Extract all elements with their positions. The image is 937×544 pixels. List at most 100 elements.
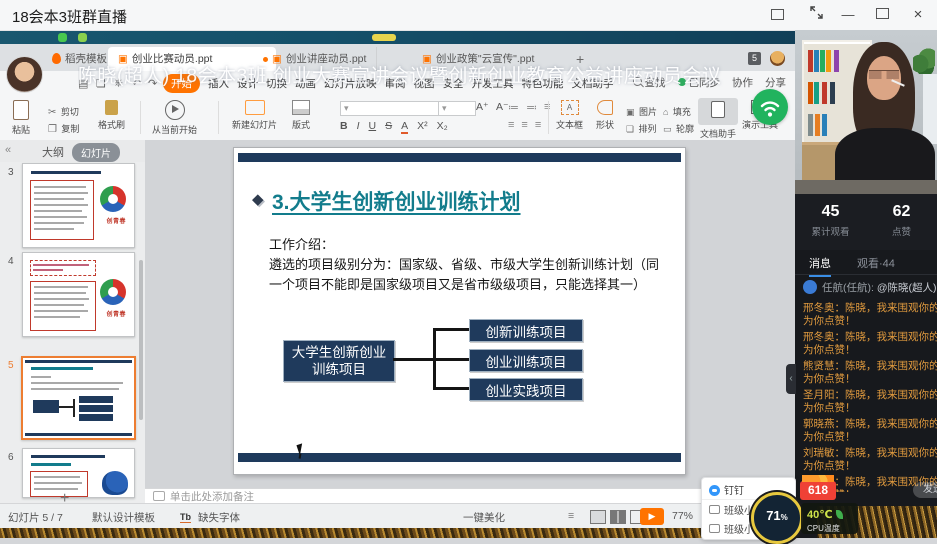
outline-button[interactable]: ▭ 轮廓 <box>663 119 694 137</box>
beautify-button[interactable]: 一键美化 <box>463 510 505 525</box>
play-from-current-button[interactable]: 从当前开始 <box>152 100 197 136</box>
new-tab-button[interactable]: + <box>566 47 594 71</box>
collapse-panel-icon[interactable]: « <box>5 144 11 156</box>
user-avatar[interactable] <box>6 56 43 93</box>
sorter-view-icon[interactable] <box>610 510 626 524</box>
template-name[interactable]: 默认设计模板 <box>92 510 155 525</box>
font-color-button[interactable]: A <box>401 120 408 134</box>
missing-font-warning[interactable]: 缺失字体 <box>198 510 240 525</box>
menu-devtools[interactable]: 开发工具 <box>472 76 514 91</box>
menu-view[interactable]: 视图 <box>414 76 435 91</box>
sidebar-collapse-handle[interactable]: ‹ <box>786 364 796 394</box>
minimize-button[interactable]: — <box>837 5 859 25</box>
slide-thumbnail-6[interactable] <box>22 448 135 498</box>
bold-button[interactable]: B <box>340 120 348 134</box>
editor-canvas[interactable]: ◆ 3.大学生创新创业训练计划 工作介绍： 遴选的项目级别分为：国家级、省级、市… <box>145 140 800 488</box>
menu-slideshow[interactable]: 幻灯片放映 <box>324 76 377 91</box>
panel-toggle-icon[interactable] <box>771 9 784 20</box>
tab-doc-3[interactable]: ▣创业政策"云宣传".ppt <box>412 47 544 71</box>
print-icon[interactable]: ⎈ <box>114 77 123 90</box>
menu-home[interactable]: 开始 <box>163 74 200 93</box>
font-size-select[interactable]: ▾ <box>438 101 476 116</box>
align-center-icon[interactable]: ≡ <box>521 119 527 131</box>
tab-docer[interactable]: 稻壳模板 <box>42 47 118 71</box>
slide-thumbnail-4[interactable]: 创青春 <box>22 252 135 337</box>
diagram-child-box-3[interactable]: 创业实践项目 <box>469 378 583 401</box>
collaborate-button[interactable]: 协作 <box>732 75 753 90</box>
slide-body-line2[interactable]: 一个项目不能即是国家级项目又是省市级级项目，只能选择其一） <box>269 274 646 293</box>
tab-viewers[interactable]: 观看·44 <box>857 255 895 271</box>
expand-icon[interactable] <box>805 5 827 25</box>
outline-tab[interactable]: 大纲 <box>42 144 64 160</box>
font-family-select[interactable]: ▾ <box>340 101 440 116</box>
menu-animation[interactable]: 动画 <box>295 76 316 91</box>
chat-list[interactable]: 任航(任航): @陈晓(超人) 好的 邢冬奥：陈晓，我来围观你的直播啦，为你点赞… <box>803 280 937 492</box>
italic-button[interactable]: I <box>357 120 360 134</box>
picture-button[interactable]: ▣ 图片 <box>626 102 657 120</box>
font-grow-icon[interactable]: A⁺ <box>476 101 489 113</box>
slide-body-line1[interactable]: 遴选的项目级别分为：国家级、省级、市级大学生创新训练计划（同 <box>269 254 659 273</box>
slide-canvas[interactable]: ◆ 3.大学生创新创业训练计划 工作介绍： 遴选的项目级别分为：国家级、省级、市… <box>233 147 686 475</box>
account-avatar[interactable] <box>770 51 785 66</box>
live-wifi-icon[interactable] <box>752 89 788 125</box>
cut-button[interactable]: ✂ 剪切 <box>48 102 79 120</box>
sync-status[interactable]: 已同步 <box>678 75 721 90</box>
zoom-level[interactable]: 77% <box>672 510 693 522</box>
new-slide-button[interactable]: 新建幻灯片 <box>232 100 277 131</box>
diagram-child-box-2[interactable]: 创业训练项目 <box>469 349 583 372</box>
menu-security[interactable]: 安全 <box>443 76 464 91</box>
paste-button[interactable]: 粘贴 <box>12 100 30 136</box>
redo-icon[interactable]: ↷ <box>148 77 157 90</box>
tab-messages[interactable]: 消息 <box>809 255 831 277</box>
slideshow-play-button[interactable]: ▶ <box>640 508 664 525</box>
font-shrink-icon[interactable]: A⁻ <box>496 101 509 113</box>
format-painter-button[interactable]: 格式刷 <box>98 100 125 131</box>
align-left-icon[interactable]: ≡ <box>508 119 514 131</box>
menu-transition[interactable]: 切换 <box>266 76 287 91</box>
slide-thumbnail-5-selected[interactable] <box>21 356 136 440</box>
menu-insert[interactable]: 插入 <box>208 76 229 91</box>
slide-title[interactable]: 3.大学生创新创业训练计划 <box>272 186 521 216</box>
performance-gauge[interactable]: 71% <box>751 492 803 544</box>
tab-count-badge[interactable]: 5 <box>748 52 761 65</box>
promo-badge-618[interactable]: 618 <box>800 481 836 500</box>
align-right-icon[interactable]: ≡ <box>535 119 541 131</box>
arrange-button[interactable]: ❏ 排列 <box>626 119 657 137</box>
menu-features[interactable]: 特色功能 <box>522 76 564 91</box>
fill-button[interactable]: ⌂ 填充 <box>663 102 691 120</box>
copy-button[interactable]: ❐ 复制 <box>48 119 79 137</box>
diagram-root-box[interactable]: 大学生创新创业 训练项目 <box>283 340 395 382</box>
slides-tab[interactable]: 幻灯片 <box>72 143 120 162</box>
send-button[interactable]: 发送 <box>913 482 937 498</box>
number-list-icon[interactable]: ≕ <box>526 101 537 114</box>
maximize-button[interactable] <box>871 5 893 25</box>
notes-toggle-icon[interactable]: ≡ <box>568 510 574 522</box>
slide-intro-label[interactable]: 工作介绍： <box>269 234 334 253</box>
find-button[interactable]: 查找 <box>633 75 666 90</box>
layout-button[interactable]: 版式 <box>292 100 310 131</box>
close-button[interactable]: × <box>907 5 929 25</box>
underline-button[interactable]: U <box>369 120 377 134</box>
menu-assistant[interactable]: 文档助手 <box>572 76 614 91</box>
share-button[interactable]: 分享 <box>765 75 786 90</box>
shapes-button[interactable]: 形状 <box>596 100 614 131</box>
slide-thumbnail-3[interactable]: 创青春 <box>22 163 135 248</box>
tab-doc-active[interactable]: ▣创业比赛动员.ppt <box>108 47 276 71</box>
strikethrough-button[interactable]: S <box>385 120 392 134</box>
panel-scrollbar[interactable] <box>139 260 143 420</box>
normal-view-icon[interactable] <box>590 510 606 524</box>
menu-review[interactable]: 审阅 <box>385 76 406 91</box>
tab-label: 创业讲座动员.ppt <box>286 53 367 65</box>
bullet-list-icon[interactable]: ≔ <box>508 101 519 114</box>
diagram-child-box-1[interactable]: 创新训练项目 <box>469 319 583 342</box>
file-menu-icon[interactable]: ▤ <box>78 77 88 90</box>
doc-assistant-button[interactable] <box>698 98 738 125</box>
superscript-button[interactable]: X² <box>417 120 428 134</box>
save-icon[interactable]: ❏ <box>96 77 106 90</box>
undo-icon[interactable]: ↶ <box>132 77 141 90</box>
menu-design[interactable]: 设计 <box>237 76 258 91</box>
textbox-button[interactable]: A 文本框 <box>556 100 583 131</box>
add-slide-button[interactable]: + <box>60 490 69 503</box>
tab-doc-2[interactable]: ▣创业讲座动员.ppt <box>262 47 377 71</box>
subscript-button[interactable]: X₂ <box>437 120 448 134</box>
